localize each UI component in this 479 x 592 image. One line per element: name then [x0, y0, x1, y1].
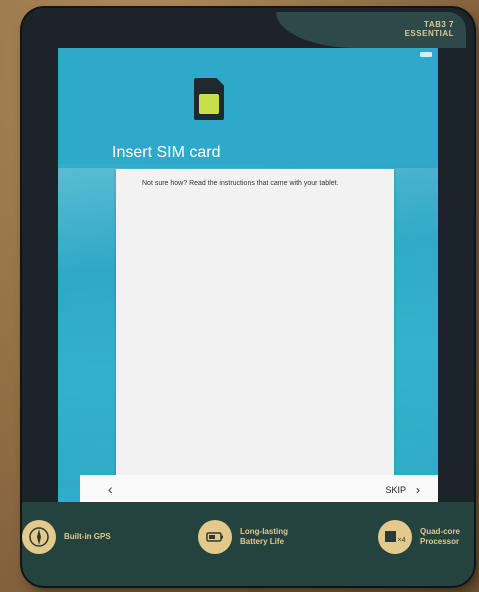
tablet-screen: Insert SIM card Not sure how? Read the i… [58, 48, 438, 506]
skip-button[interactable]: SKIP › [385, 483, 420, 497]
battery-status-icon [420, 52, 432, 57]
processor-badge: ×4 [398, 537, 406, 544]
feature-gps: Built-in GPS [22, 520, 111, 554]
feature-battery: Long-lasting Battery Life [198, 520, 288, 554]
feature-processor-label-2: Processor [420, 537, 460, 546]
sim-chip-icon [199, 94, 219, 114]
processor-icon: ×4 [378, 520, 412, 554]
brand-line-1: TAB3 7 [424, 20, 454, 29]
brand-tag: TAB3 7 ESSENTIAL [276, 12, 466, 48]
back-button[interactable]: ‹ [108, 481, 113, 497]
chevron-left-icon: ‹ [108, 481, 113, 497]
feature-battery-label-1: Long-lasting [240, 527, 288, 536]
feature-processor-label-1: Quad-core [420, 527, 461, 536]
page-title: Insert SIM card [112, 144, 221, 161]
skip-label: SKIP [385, 485, 406, 495]
feature-band: Built-in GPS Long-lasting Battery Life ×… [22, 502, 474, 586]
compass-icon [22, 520, 56, 554]
instructions-text: Not sure how? Read the instructions that… [142, 180, 339, 187]
feature-battery-label-2: Battery Life [240, 537, 285, 546]
feature-processor: ×4 Quad-core Processor [378, 520, 460, 554]
bottom-nav-bar: ‹ SKIP › [80, 475, 438, 505]
brand-line-2: ESSENTIAL [404, 29, 454, 38]
chevron-right-icon: › [416, 483, 420, 497]
tablet-device: TAB3 7 ESSENTIAL Insert SIM card Not sur… [22, 8, 474, 586]
battery-icon [198, 520, 232, 554]
feature-gps-label: Built-in GPS [64, 532, 111, 541]
instructions-card: Not sure how? Read the instructions that… [116, 169, 394, 475]
